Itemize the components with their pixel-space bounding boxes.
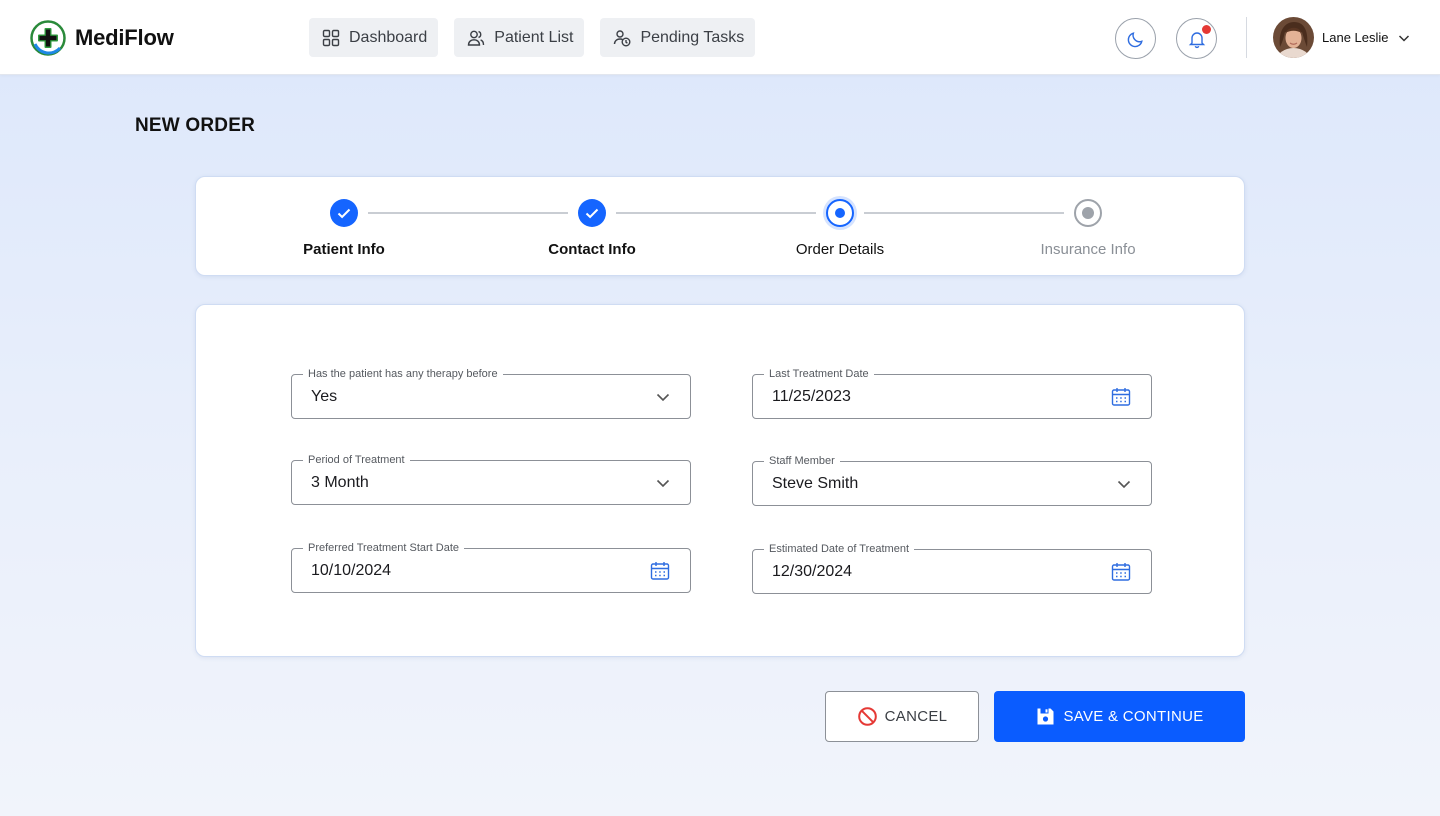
nav-patient-list-label: Patient List [494, 28, 574, 46]
calendar-icon[interactable] [649, 560, 671, 582]
nav-pending-tasks[interactable]: Pending Tasks [600, 18, 756, 57]
field-value: 12/30/2024 [772, 563, 853, 580]
step-pending-marker [1074, 199, 1102, 227]
last-treatment-date-field[interactable]: Last Treatment Date 11/25/2023 [752, 367, 1152, 419]
header-divider [1246, 17, 1247, 58]
chevron-down-icon [656, 393, 670, 402]
step-label: Order Details [795, 241, 885, 258]
estimated-date-field[interactable]: Estimated Date of Treatment 12/30/2024 [752, 542, 1152, 594]
step-active-marker [826, 199, 854, 227]
notifications-button[interactable] [1176, 18, 1217, 59]
field-value: 10/10/2024 [311, 562, 392, 579]
step-insurance-info[interactable]: Insurance Info [988, 199, 1188, 258]
page-title: NEW ORDER [135, 115, 256, 136]
field-label: Preferred Treatment Start Date [303, 541, 465, 555]
cancel-button-label: CANCEL [884, 708, 948, 725]
brand[interactable]: MediFlow [30, 20, 174, 56]
nav-pending-tasks-label: Pending Tasks [640, 28, 745, 46]
save-button-label: SAVE & CONTINUE [1063, 708, 1204, 725]
step-contact-info[interactable]: Contact Info [492, 199, 692, 258]
field-value: 11/25/2023 [772, 388, 851, 405]
avatar [1273, 17, 1314, 58]
main-nav: Dashboard Patient List Pending Tasks [309, 18, 771, 57]
step-complete-marker [578, 199, 606, 227]
moon-icon [1127, 31, 1143, 47]
order-details-form: Has the patient has any therapy before Y… [195, 304, 1245, 657]
order-stepper: Patient Info Contact Info Order Details … [195, 176, 1245, 276]
field-label: Has the patient has any therapy before [303, 367, 503, 381]
nav-dashboard-label: Dashboard [349, 28, 428, 46]
field-value: Yes [311, 388, 338, 405]
field-label: Period of Treatment [303, 453, 410, 467]
step-complete-marker [330, 199, 358, 227]
step-label: Insurance Info [1040, 241, 1136, 258]
cancel-button[interactable]: CANCEL [825, 691, 979, 742]
field-value: 3 Month [311, 474, 369, 491]
field-label: Estimated Date of Treatment [764, 542, 915, 556]
chevron-down-icon [1117, 480, 1131, 489]
brand-name: MediFlow [75, 25, 174, 50]
step-label: Patient Info [303, 241, 385, 258]
save-icon [1037, 708, 1054, 725]
tasks-icon [614, 29, 631, 46]
save-and-continue-button[interactable]: SAVE & CONTINUE [994, 691, 1245, 742]
medical-cross-logo-icon [30, 20, 66, 56]
field-label: Staff Member [764, 454, 840, 468]
period-of-treatment-select[interactable]: Period of Treatment 3 Month [291, 453, 691, 505]
therapy-before-select[interactable]: Has the patient has any therapy before Y… [291, 367, 691, 419]
check-icon [585, 208, 599, 219]
nav-dashboard[interactable]: Dashboard [309, 18, 439, 57]
step-order-details[interactable]: Order Details [740, 199, 940, 258]
chevron-down-icon [1398, 34, 1409, 42]
step-label: Contact Info [548, 241, 636, 258]
grid-icon [322, 29, 340, 46]
check-icon [337, 208, 351, 219]
staff-member-select[interactable]: Staff Member Steve Smith [752, 454, 1152, 506]
field-label: Last Treatment Date [764, 367, 874, 381]
theme-toggle-button[interactable] [1115, 18, 1156, 59]
calendar-icon[interactable] [1110, 561, 1132, 583]
user-name: Lane Leslie [1322, 30, 1389, 45]
users-icon [468, 30, 485, 46]
step-patient-info[interactable]: Patient Info [244, 199, 444, 258]
notification-badge [1202, 25, 1211, 34]
chevron-down-icon [656, 479, 670, 488]
field-value: Steve Smith [772, 475, 859, 492]
calendar-icon[interactable] [1110, 386, 1132, 408]
user-menu[interactable]: Lane Leslie [1273, 17, 1412, 58]
cancel-icon [857, 707, 877, 726]
top-navigation-bar: MediFlow Dashboard Patient List Pending … [0, 0, 1440, 75]
preferred-start-date-field[interactable]: Preferred Treatment Start Date 10/10/202… [291, 541, 691, 593]
nav-patient-list[interactable]: Patient List [454, 18, 585, 57]
